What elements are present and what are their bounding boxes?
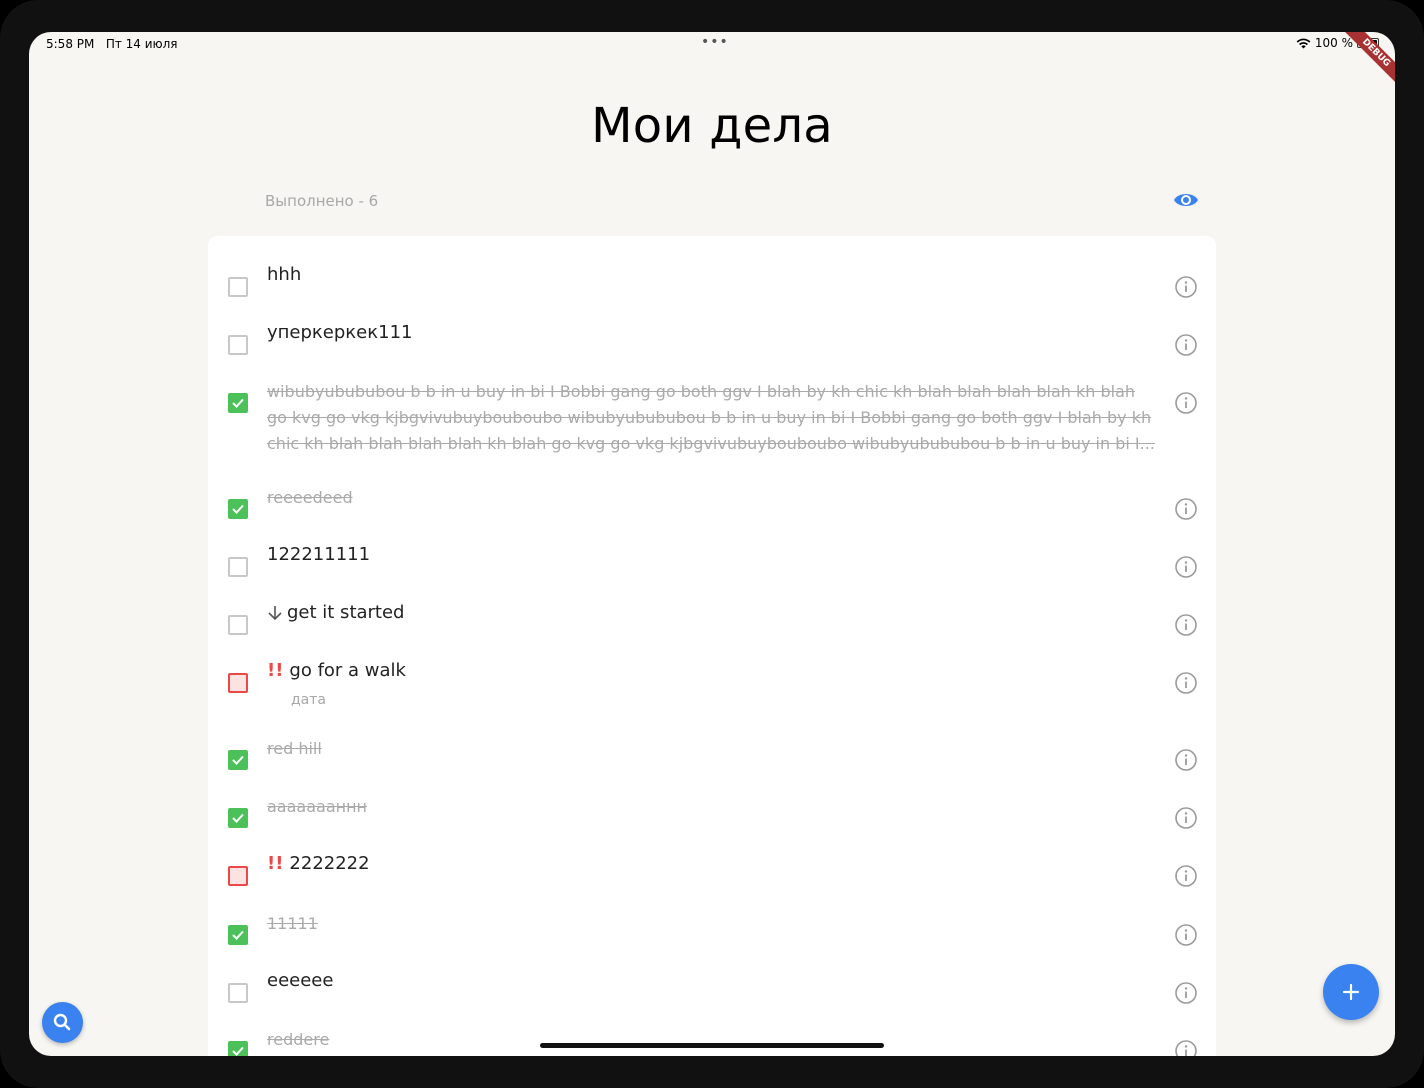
check-icon [232,504,244,514]
info-icon[interactable] [1174,864,1198,888]
task-checkbox[interactable] [228,673,248,693]
task-text[interactable]: 11111 [267,911,318,937]
task-checkbox[interactable] [228,557,248,577]
info-icon[interactable] [1174,806,1198,830]
home-indicator[interactable] [540,1043,884,1048]
task-checkbox[interactable] [228,925,248,945]
task-label: eeeeee [267,970,334,991]
task-list: hhh уперкеркек111 wibubyubububou b b in u … [208,236,1216,1056]
wifi-icon [1296,38,1311,48]
info-icon[interactable] [1174,981,1198,1005]
task-text[interactable]: eeeeee [267,968,333,994]
done-counter: Выполнено - 6 [265,192,379,210]
task-label: go for a walk [289,660,406,681]
task-checkbox[interactable] [228,808,248,828]
status-time-date: 5:58 PM Пт 14 июля [46,37,178,51]
task-label: 122211111 [267,544,371,565]
task-label: wibubyubububou b b in u buy in bi I Bobb… [267,382,1155,453]
task-label: 11111 [267,914,318,933]
arrow-down-icon [268,606,282,621]
status-date: Пт 14 июля [105,37,178,51]
search-button[interactable] [42,1002,83,1043]
task-text[interactable]: !! go for a walk [267,658,406,684]
task-checkbox[interactable] [228,277,248,297]
info-icon[interactable] [1174,275,1198,299]
info-icon[interactable] [1174,391,1198,415]
task-text[interactable]: уперкеркек111 [267,320,412,346]
status-time: 5:58 PM [46,37,95,51]
task-text[interactable]: red hill [267,736,322,762]
task-checkbox[interactable] [228,983,248,1003]
check-icon [232,755,244,765]
task-label: hhh [267,264,302,285]
task-text[interactable]: wibubyubububou b b in u buy in bi I Bobb… [267,379,1157,457]
info-icon[interactable] [1174,923,1198,947]
task-text[interactable]: hhh [267,262,301,288]
multitasking-dots-icon[interactable]: ••• [701,34,729,50]
priority-high-icon: !! [267,660,284,681]
search-icon [53,1013,71,1031]
task-text[interactable]: !! 2222222 [267,851,370,877]
info-icon[interactable] [1174,555,1198,579]
check-icon [232,813,244,823]
task-date: дата [291,692,326,708]
page-title: Мои дела [591,98,833,154]
info-icon[interactable] [1174,1039,1198,1056]
task-text[interactable]: reeeedeed [267,485,353,511]
task-text[interactable]: reddere [267,1027,329,1053]
task-label: red hill [267,739,322,758]
task-label: aaaaaaaннн [267,797,368,816]
check-icon [232,398,244,408]
task-text[interactable]: get it started [267,600,404,626]
task-checkbox[interactable] [228,393,248,413]
task-label: get it started [287,602,405,623]
info-icon[interactable] [1174,748,1198,772]
task-checkbox[interactable] [228,335,248,355]
task-label: 2222222 [289,853,370,874]
info-icon[interactable] [1174,613,1198,637]
priority-high-icon: !! [267,853,284,874]
eye-icon[interactable] [1173,190,1199,210]
check-icon [232,930,244,940]
task-checkbox[interactable] [228,866,248,886]
task-checkbox[interactable] [228,499,248,519]
task-checkbox[interactable] [228,750,248,770]
tablet-frame: 5:58 PM Пт 14 июля ••• 100 % DEBUG Мои д… [0,0,1424,1088]
check-icon [232,1046,244,1056]
info-icon[interactable] [1174,671,1198,695]
task-text[interactable]: 122211111 [267,542,370,568]
add-task-button[interactable] [1323,964,1379,1020]
status-bar: 5:58 PM Пт 14 июля ••• 100 % DEBUG [29,32,1395,90]
task-text[interactable]: aaaaaaaннн [267,794,367,820]
task-checkbox[interactable] [228,615,248,635]
task-label: reeeedeed [267,488,353,507]
task-label: reddere [267,1030,330,1049]
app-screen: 5:58 PM Пт 14 июля ••• 100 % DEBUG Мои д… [29,32,1395,1056]
info-icon[interactable] [1174,497,1198,521]
task-label: уперкеркек111 [267,322,413,343]
task-checkbox[interactable] [228,1041,248,1056]
battery-percent: 100 % [1314,36,1353,50]
plus-icon [1342,983,1360,1001]
info-icon[interactable] [1174,333,1198,357]
